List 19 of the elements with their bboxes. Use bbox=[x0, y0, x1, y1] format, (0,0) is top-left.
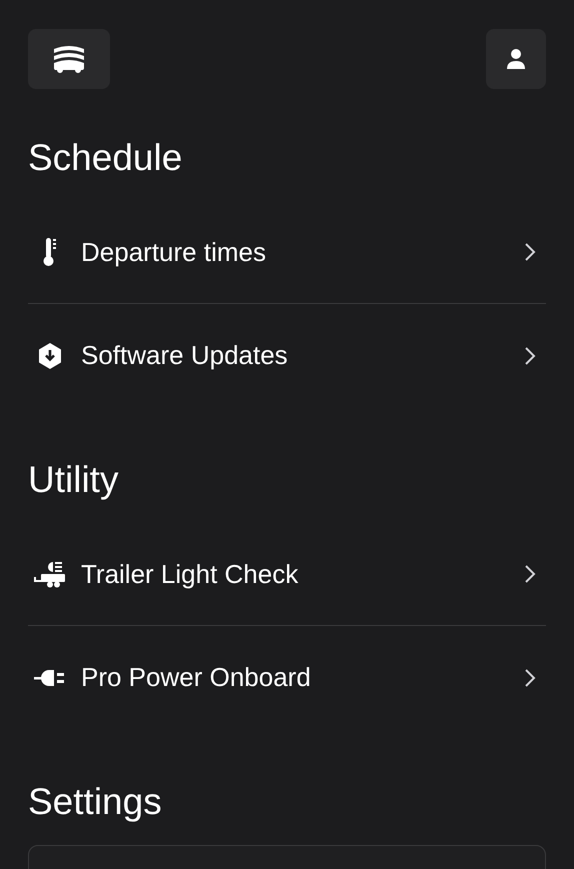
chevron-right-icon bbox=[524, 346, 536, 366]
menu-item[interactable]: Software Updates bbox=[81, 336, 524, 375]
section-heading: Schedule bbox=[28, 136, 184, 180]
logo-button[interactable] bbox=[28, 29, 110, 89]
profile-button[interactable] bbox=[486, 29, 546, 89]
menu-item[interactable]: Pro Power Onboard bbox=[81, 658, 524, 697]
vehicle-logo-icon bbox=[53, 45, 85, 73]
trailer-light-icon bbox=[33, 560, 67, 588]
section-heading: Utility bbox=[28, 458, 120, 502]
chevron-right-icon bbox=[524, 668, 536, 688]
section-heading: Settings bbox=[28, 780, 163, 824]
menu-item[interactable]: Trailer Light Check bbox=[81, 554, 524, 594]
plug-icon bbox=[33, 668, 67, 688]
user-icon bbox=[506, 48, 526, 70]
menu-item[interactable]: Departure times bbox=[81, 232, 524, 272]
chevron-right-icon bbox=[524, 564, 536, 584]
download-hexagon-icon bbox=[37, 342, 63, 370]
chevron-right-icon bbox=[524, 242, 536, 262]
thermometer-icon bbox=[43, 237, 57, 267]
